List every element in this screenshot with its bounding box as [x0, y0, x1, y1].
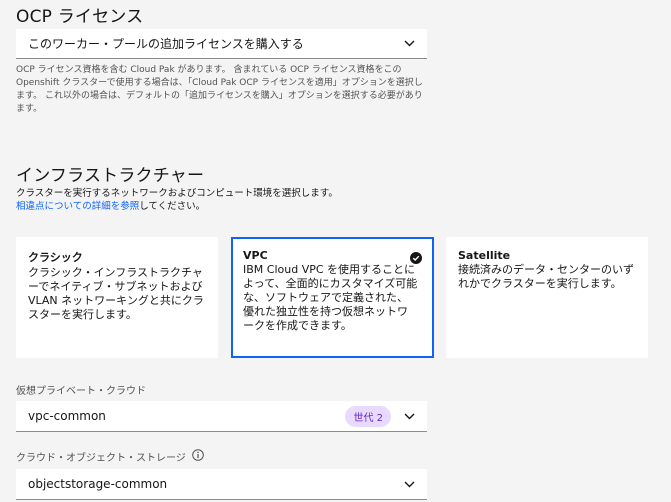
tile-vpc[interactable]: VPC IBM Cloud VPC を使用することによって、全面的にカスタマイズ…: [231, 237, 434, 358]
infrastructure-description-line2: 相違点についての詳細を参照してください。: [16, 200, 516, 213]
license-helper-text: OCP ライセンス資格を含む Cloud Pak があります。 含まれている O…: [16, 65, 423, 114]
tile-title: Satellite: [458, 249, 511, 262]
license-dropdown[interactable]: このワーカー・プールの追加ライセンスを購入する: [16, 29, 427, 59]
infrastructure-description-line: クラスターを実行するネットワークおよびコンピュート環境を選択します。: [16, 188, 338, 199]
vpc-field-label: 仮想プライベート・クラウド: [16, 382, 146, 397]
generation-tag: 世代 2: [345, 405, 391, 427]
tile-title: クラシック: [28, 251, 83, 264]
chevron-down-icon: [403, 38, 415, 50]
tile-classic[interactable]: クラシック クラシック・インフラストラクチャーでネイティブ・サブネットおよび V…: [16, 237, 218, 358]
checkmark-filled-icon: [410, 249, 422, 268]
infrastructure-description-suffix: してください。: [139, 201, 206, 212]
cos-label-text: クラウド・オブジェクト・ストレージ: [16, 453, 186, 464]
infrastructure-section-title: インフラストラクチャー: [16, 166, 205, 186]
chevron-down-icon: [403, 478, 415, 490]
information-icon[interactable]: [192, 449, 204, 464]
tile-description: 接続済みのデータ・センターのいずれかでクラスターを実行します。: [458, 263, 634, 290]
vpc-dropdown[interactable]: vpc-common 世代 2: [16, 401, 427, 432]
infrastructure-description: クラスターを実行するネットワークおよびコンピュート環境を選択します。 相違点につ…: [16, 187, 516, 213]
cos-field-label: クラウド・オブジェクト・ストレージ: [16, 449, 204, 464]
chevron-down-icon: [403, 410, 415, 422]
vpc-dropdown-value: vpc-common: [28, 409, 106, 423]
cos-dropdown-value: objectstorage-common: [28, 477, 168, 491]
vpc-label-text: 仮想プライベート・クラウド: [16, 386, 146, 397]
tile-title: VPC: [243, 249, 268, 262]
license-dropdown-value: このワーカー・プールの追加ライセンスを購入する: [28, 37, 304, 51]
tile-description: IBM Cloud VPC を使用することによって、全面的にカスタマイズ可能な、…: [243, 263, 418, 332]
tile-description: クラシック・インフラストラクチャーでネイティブ・サブネットおよび VLAN ネッ…: [28, 266, 204, 321]
compare-differences-link[interactable]: 相違点についての詳細を参照: [16, 201, 139, 212]
cos-dropdown[interactable]: objectstorage-common: [16, 469, 427, 500]
tile-satellite[interactable]: Satellite 接続済みのデータ・センターのいずれかでクラスターを実行します…: [446, 237, 648, 358]
license-section-title: OCP ライセンス: [16, 7, 144, 27]
